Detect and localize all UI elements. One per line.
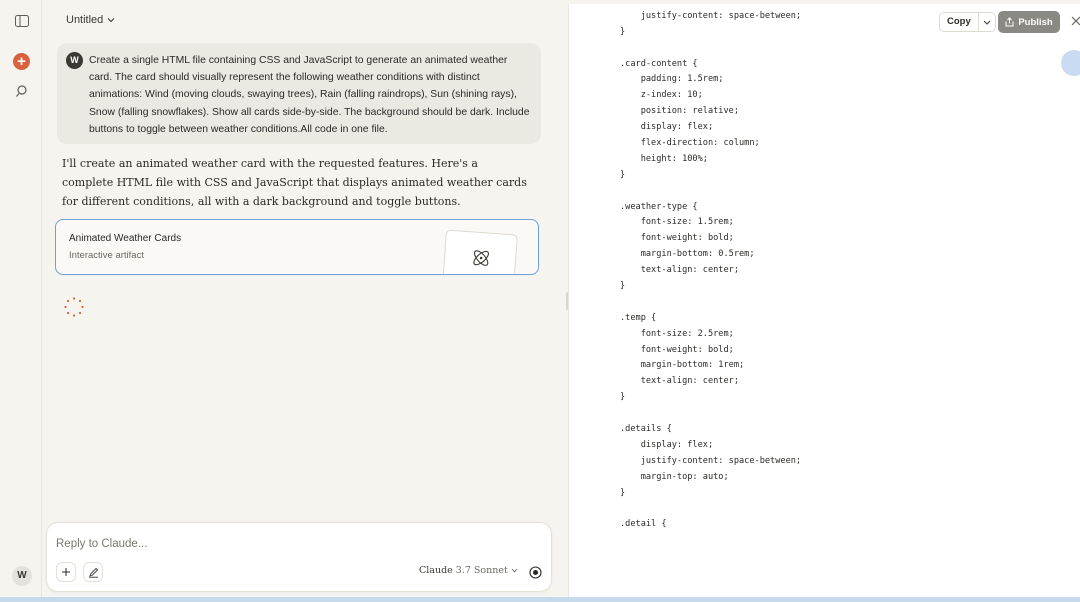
sidebar-toggle-icon[interactable] (12, 11, 32, 31)
code-line: .details { (620, 424, 672, 435)
code-line: .weather-type { (620, 201, 698, 212)
code-line: } (620, 26, 626, 37)
code-line: margin-top: auto; (620, 471, 729, 482)
reply-input[interactable] (56, 535, 476, 553)
code-line: font-size: 2.5rem; (620, 328, 734, 339)
record-icon (528, 565, 542, 579)
code-line: font-weight: bold; (620, 233, 734, 244)
copy-button-group: Copy (939, 12, 996, 32)
artifact-subtitle: Interactive artifact (69, 250, 144, 261)
code-line: } (620, 281, 626, 292)
pen-icon (88, 567, 98, 578)
user-message: W Create a single HTML file containing C… (57, 43, 541, 144)
app-window: + W Untitled W Create a single HTML file… (0, 0, 1080, 602)
artifact-title: Animated Weather Cards (69, 233, 182, 244)
add-attachment-button[interactable] (56, 562, 76, 582)
publish-label: Publish (1018, 16, 1053, 28)
model-name: Claude (419, 565, 453, 576)
chevron-down-icon (983, 20, 991, 25)
plus-icon[interactable]: + (13, 53, 30, 70)
assistant-message-text: I'll create an animated weather card wit… (62, 157, 527, 209)
code-line: flex-direction: column; (620, 138, 760, 149)
code-line: text-align: center; (620, 376, 739, 387)
artifact-panel-tab[interactable] (1061, 50, 1080, 76)
model-version: 3.7 Sonnet (455, 565, 508, 576)
artifact-thumbnail (442, 229, 518, 274)
user-message-avatar: W (66, 52, 83, 69)
copy-button[interactable]: Copy (940, 13, 979, 31)
code-line: justify-content: space-between; (620, 455, 802, 466)
code-block: flex-direction: column; justify-content:… (620, 4, 940, 533)
code-line: margin-bottom: 0.5rem; (620, 249, 755, 260)
code-line: padding: 1.5rem; (620, 74, 724, 85)
plus-icon (62, 568, 70, 576)
code-line: } (620, 487, 626, 498)
chat-pane: Untitled W Create a single HTML file con… (42, 0, 568, 602)
copy-options-button[interactable] (979, 13, 995, 31)
artifact-code-panel: flex-direction: column; justify-content:… (568, 4, 1080, 598)
code-line: justify-content: space-between; (620, 10, 802, 21)
code-line: z-index: 10; (620, 90, 703, 101)
chevron-down-icon (511, 568, 518, 573)
code-line: } (620, 169, 626, 180)
code-line: font-size: 1.5rem; (620, 217, 734, 228)
share-icon (1005, 17, 1014, 27)
code-line: display: flex; (620, 122, 714, 133)
loading-spinner-icon (64, 297, 84, 317)
publish-button[interactable]: Publish (998, 11, 1060, 33)
code-line: .card-content { (620, 58, 698, 69)
code-line: margin-bottom: 1rem; (620, 360, 745, 371)
close-icon[interactable] (1069, 14, 1080, 28)
bottom-bar (0, 597, 1080, 602)
code-line: height: 100%; (620, 153, 708, 164)
composer: Claude 3.7 Sonnet (46, 522, 552, 592)
chevron-down-icon (107, 18, 115, 23)
code-line: } (620, 392, 626, 403)
style-button[interactable] (83, 562, 103, 582)
left-rail: + W (0, 0, 42, 602)
code-line: .temp { (620, 312, 657, 323)
code-line: text-align: center; (620, 265, 739, 276)
voice-mode-button[interactable] (525, 562, 545, 582)
code-line: .detail { (620, 519, 667, 530)
search-icon[interactable] (12, 81, 32, 101)
chat-title-dropdown[interactable]: Untitled (66, 14, 115, 26)
atom-icon (473, 250, 489, 266)
artifact-card[interactable]: Animated Weather Cards Interactive artif… (55, 219, 539, 275)
code-line: position: relative; (620, 106, 739, 117)
code-line: display: flex; (620, 439, 714, 450)
code-line: font-weight: bold; (620, 344, 734, 355)
chat-title: Untitled (66, 14, 104, 26)
user-avatar[interactable]: W (12, 566, 32, 586)
model-selector[interactable]: Claude 3.7 Sonnet (419, 565, 518, 576)
user-message-text: Create a single HTML file containing CSS… (89, 55, 530, 135)
